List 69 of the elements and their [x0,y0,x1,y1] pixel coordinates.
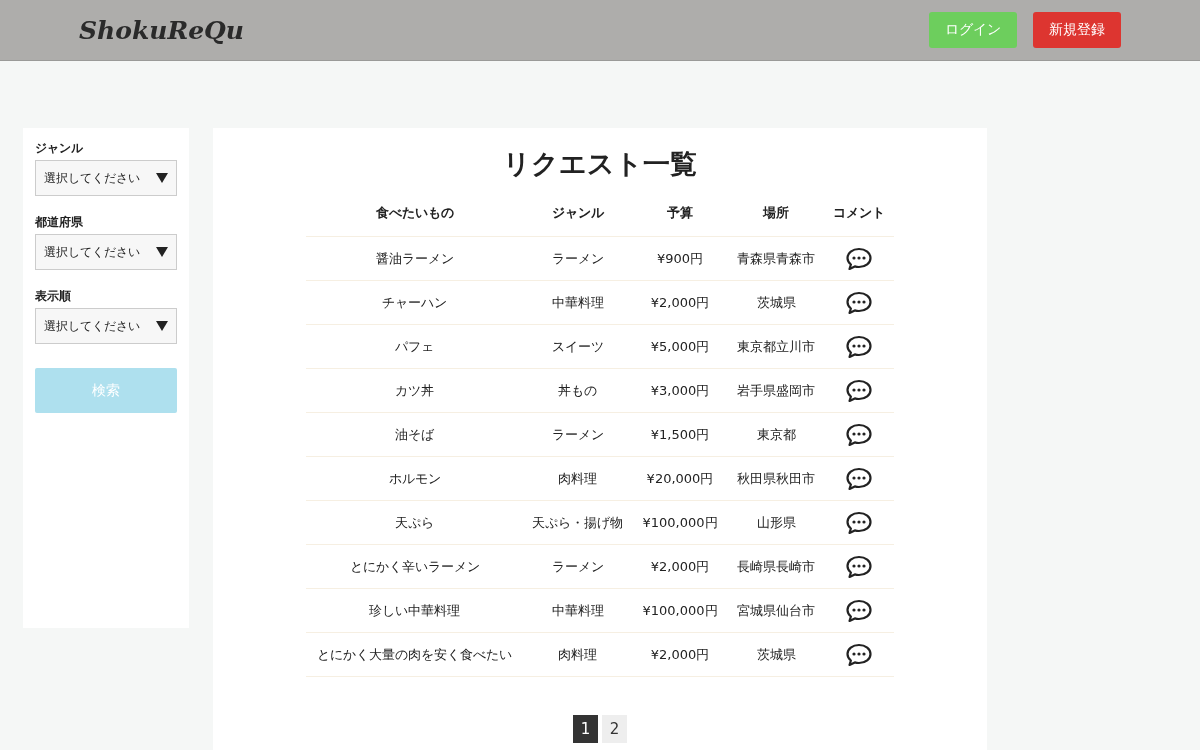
page-button[interactable]: 1 [573,715,598,743]
table-cell: ¥900円 [632,236,728,281]
table-cell: ¥2,000円 [632,544,728,589]
table-cell: 茨城県 [728,280,824,325]
table-cell: 東京都立川市 [728,324,824,369]
comment-icon[interactable] [846,598,872,623]
table-cell: 岩手県盛岡市 [728,368,824,413]
table-cell: ¥20,000円 [632,456,728,501]
page-title: リクエスト一覧 [503,147,697,181]
table-cell: 珍しい中華料理 [306,588,523,633]
table-cell: 肉料理 [523,632,632,677]
signup-button[interactable]: 新規登録 [1033,12,1121,48]
table-cell: 茨城県 [728,632,824,677]
table-cell: ¥2,000円 [632,280,728,325]
table-cell: 長崎県長崎市 [728,544,824,589]
comment-icon[interactable] [846,246,872,271]
field-label: 都道府県 [35,214,84,231]
comment-icon[interactable] [846,466,872,491]
column-header: ジャンル [523,204,632,237]
table-cell: 東京都 [728,412,824,457]
column-header: 場所 [728,204,824,237]
table-cell: 中華料理 [523,280,632,325]
table-cell: ¥100,000円 [632,588,728,633]
table-cell: 青森県青森市 [728,236,824,281]
comment-icon[interactable] [846,554,872,579]
dropdown-icon [156,173,168,183]
table-cell: ¥1,500円 [632,412,728,457]
table-cell: 中華料理 [523,588,632,633]
table-cell: カツ丼 [306,368,523,413]
select-field[interactable]: 選択してください [35,160,177,196]
table-cell: とにかく辛いラーメン [306,544,523,589]
table-cell: ¥5,000円 [632,324,728,369]
select-field[interactable]: 選択してください [35,308,177,344]
field-label: 表示順 [35,288,72,305]
table-cell: 山形県 [728,500,824,545]
table-cell: ラーメン [523,544,632,589]
table-cell: ラーメン [523,412,632,457]
table-cell: ¥100,000円 [632,500,728,545]
table-cell: 天ぷら・揚げ物 [523,500,632,545]
column-header: 食べたいもの [306,204,523,237]
comment-icon[interactable] [846,378,872,403]
table-cell: とにかく大量の肉を安く食べたい [306,632,523,677]
logo: ShokuReQu [79,15,246,45]
comment-icon[interactable] [846,422,872,447]
table-cell: 肉料理 [523,456,632,501]
table-cell: 天ぷら [306,500,523,545]
table-cell: スイーツ [523,324,632,369]
column-header: 予算 [632,204,728,237]
table-cell: チャーハン [306,280,523,325]
comment-icon[interactable] [846,290,872,315]
table-cell: パフェ [306,324,523,369]
table-cell: 丼もの [523,368,632,413]
comment-icon[interactable] [846,510,872,535]
table-cell: 宮城県仙台市 [728,588,824,633]
select-field[interactable]: 選択してください [35,234,177,270]
field-label: ジャンル [35,140,84,157]
table-cell: ¥3,000円 [632,368,728,413]
table-cell: ¥2,000円 [632,632,728,677]
page-button[interactable]: 2 [602,715,627,743]
table-cell: ラーメン [523,236,632,281]
comment-icon[interactable] [846,334,872,359]
table-cell: 油そば [306,412,523,457]
dropdown-icon [156,321,168,331]
table-cell: 秋田県秋田市 [728,456,824,501]
column-header: コメント [824,204,894,237]
table-cell: 醤油ラーメン [306,236,523,281]
comment-icon[interactable] [846,642,872,667]
dropdown-icon [156,247,168,257]
table-cell: ホルモン [306,456,523,501]
